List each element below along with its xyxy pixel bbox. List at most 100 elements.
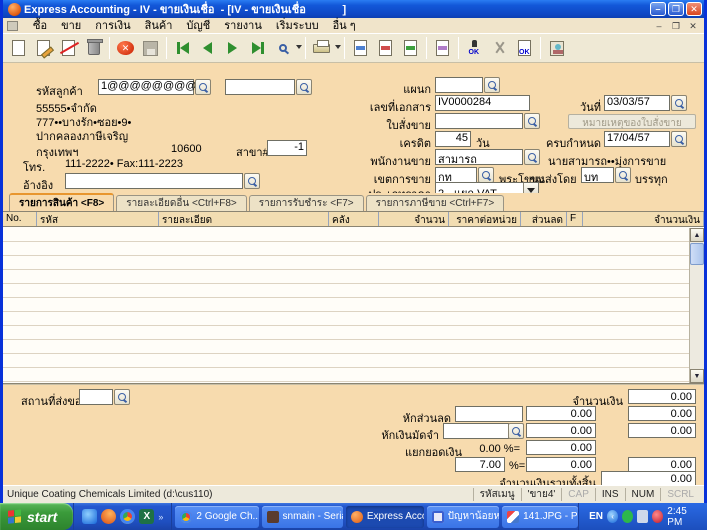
minimize-button[interactable]: –	[650, 2, 666, 16]
credit-input[interactable]: 45	[435, 131, 471, 147]
discount-input[interactable]	[455, 406, 523, 422]
chrome-icon[interactable]	[120, 509, 135, 524]
table-row[interactable]	[3, 242, 689, 256]
table-row[interactable]	[3, 270, 689, 284]
pin-icon[interactable]	[652, 510, 663, 523]
language-indicator[interactable]: EN	[589, 511, 603, 522]
table-row[interactable]	[3, 228, 689, 242]
due-date-input[interactable]: 17/04/57	[604, 131, 670, 147]
print-button[interactable]	[309, 36, 334, 61]
menu-reports[interactable]: รายงาน	[217, 18, 269, 34]
mdi-restore-button[interactable]: ❐	[669, 20, 683, 32]
grid-body[interactable]	[3, 228, 689, 383]
tab-sales-tax[interactable]: รายการภาษีขาย <Ctrl+F7>	[366, 195, 505, 211]
table-row[interactable]	[3, 298, 689, 312]
taskbar-button-express[interactable]: Express Acco...	[346, 506, 424, 528]
deposit-lookup-button[interactable]	[508, 423, 524, 439]
table-row[interactable]	[3, 256, 689, 270]
next-record-button[interactable]	[220, 36, 245, 61]
salesperson-input[interactable]: สามารถ	[435, 149, 523, 165]
cancel-button[interactable]: ✕	[113, 36, 138, 61]
save-button[interactable]	[138, 36, 163, 61]
approve-doc-button[interactable]	[512, 36, 537, 61]
sales-order-lookup-button[interactable]	[524, 113, 540, 129]
taskbar-button-paint[interactable]: 141.JPG - Paint	[502, 506, 578, 528]
reference-lookup-button[interactable]	[244, 173, 260, 189]
ship-by-lookup-button[interactable]	[615, 167, 631, 183]
delete-button[interactable]	[81, 36, 106, 61]
deposit-input[interactable]	[443, 423, 509, 439]
scroll-up-icon[interactable]: ▲	[690, 228, 704, 242]
taskbar-button-chrome-group[interactable]: 2 Google Ch... ▼	[175, 506, 258, 528]
menu-accounting[interactable]: บัญชี	[179, 18, 217, 34]
find-dropdown-arrow-icon[interactable]	[296, 45, 302, 52]
close-button[interactable]: ✕	[686, 2, 702, 16]
tab-other-details[interactable]: รายละเอียดอื่น <Ctrl+F8>	[116, 195, 246, 211]
bill-to-input[interactable]	[225, 79, 295, 95]
first-record-button[interactable]	[170, 36, 195, 61]
menu-inventory[interactable]: สินค้า	[138, 18, 180, 34]
menu-setup[interactable]: เริ่มระบบ	[269, 18, 326, 34]
menu-finance[interactable]: การเงิน	[88, 18, 137, 34]
start-button[interactable]: start	[0, 503, 73, 530]
salesperson-lookup-button[interactable]	[524, 149, 540, 165]
find-button[interactable]	[270, 36, 295, 61]
cut-button[interactable]	[487, 36, 512, 61]
ship-by-input[interactable]: บท	[581, 167, 614, 183]
hide-icons-arrow-icon[interactable]: ‹	[607, 510, 618, 523]
taskbar-button-snmain[interactable]: snmain - Seria...	[262, 506, 343, 528]
doc-no-input[interactable]: IV0000284	[435, 95, 530, 111]
vertical-scrollbar[interactable]: ▲ ▼	[689, 228, 704, 383]
sales-order-input[interactable]	[435, 113, 523, 129]
branch-input[interactable]: -1	[267, 140, 307, 156]
pos-green-button[interactable]	[398, 36, 423, 61]
runs-button[interactable]	[430, 36, 455, 61]
vat-rate-input[interactable]: 7.00	[455, 457, 505, 472]
menu-others[interactable]: อื่น ๆ	[326, 18, 363, 34]
ie-icon[interactable]	[82, 509, 97, 524]
pos-blue-button[interactable]	[348, 36, 373, 61]
due-date-lookup-button[interactable]	[671, 131, 687, 147]
last-record-button[interactable]	[245, 36, 270, 61]
tab-payments[interactable]: รายการรับชำระ <F7>	[249, 195, 364, 211]
sales-zone-input[interactable]: กท	[435, 167, 477, 183]
chat-icon[interactable]	[622, 510, 633, 523]
department-input[interactable]	[435, 77, 483, 93]
scrollbar-thumb[interactable]	[690, 243, 704, 265]
mdi-minimize-button[interactable]: –	[652, 20, 666, 32]
mdi-system-icon[interactable]	[7, 21, 18, 31]
table-row[interactable]	[3, 312, 689, 326]
menu-sell[interactable]: ขาย	[54, 18, 88, 34]
table-row[interactable]	[3, 326, 689, 340]
table-row[interactable]	[3, 340, 689, 354]
customer-code-input[interactable]: 1@@@@@@@@	[98, 79, 194, 95]
print-dropdown-arrow-icon[interactable]	[335, 45, 341, 52]
tab-items[interactable]: รายการสินค้า <F8>	[9, 193, 114, 211]
reference-input[interactable]	[65, 173, 243, 189]
table-row[interactable]	[3, 284, 689, 298]
table-row[interactable]	[3, 368, 689, 382]
quick-launch-overflow-icon[interactable]: »	[158, 512, 163, 522]
title-bar[interactable]: Express Accounting - IV - ขายเงินเชื่อ -…	[3, 0, 704, 18]
mdi-close-button[interactable]: ✕	[686, 20, 700, 32]
delivery-lookup-button[interactable]	[114, 389, 130, 405]
date-lookup-button[interactable]	[671, 95, 687, 111]
sales-zone-lookup-button[interactable]	[478, 167, 494, 183]
display-icon[interactable]	[637, 510, 648, 523]
new-button[interactable]	[6, 36, 31, 61]
pos-red-button[interactable]	[373, 36, 398, 61]
previous-record-button[interactable]	[195, 36, 220, 61]
scroll-down-icon[interactable]: ▼	[690, 369, 704, 383]
firefox-icon[interactable]	[101, 509, 116, 524]
date-input[interactable]: 03/03/57	[604, 95, 670, 111]
delivery-location-input[interactable]	[79, 389, 113, 405]
department-lookup-button[interactable]	[484, 77, 500, 93]
menu-buy[interactable]: ซื้อ	[26, 18, 54, 34]
maximize-button[interactable]: ❐	[668, 2, 684, 16]
bill-to-lookup-button[interactable]	[296, 79, 312, 95]
pin-approve-button[interactable]	[462, 36, 487, 61]
edit-button[interactable]	[31, 36, 56, 61]
taskbar-button-document[interactable]: ปัญหาน้อยหน่อ...	[427, 506, 499, 528]
excel-icon[interactable]: X	[139, 509, 154, 524]
user-card-button[interactable]	[544, 36, 569, 61]
